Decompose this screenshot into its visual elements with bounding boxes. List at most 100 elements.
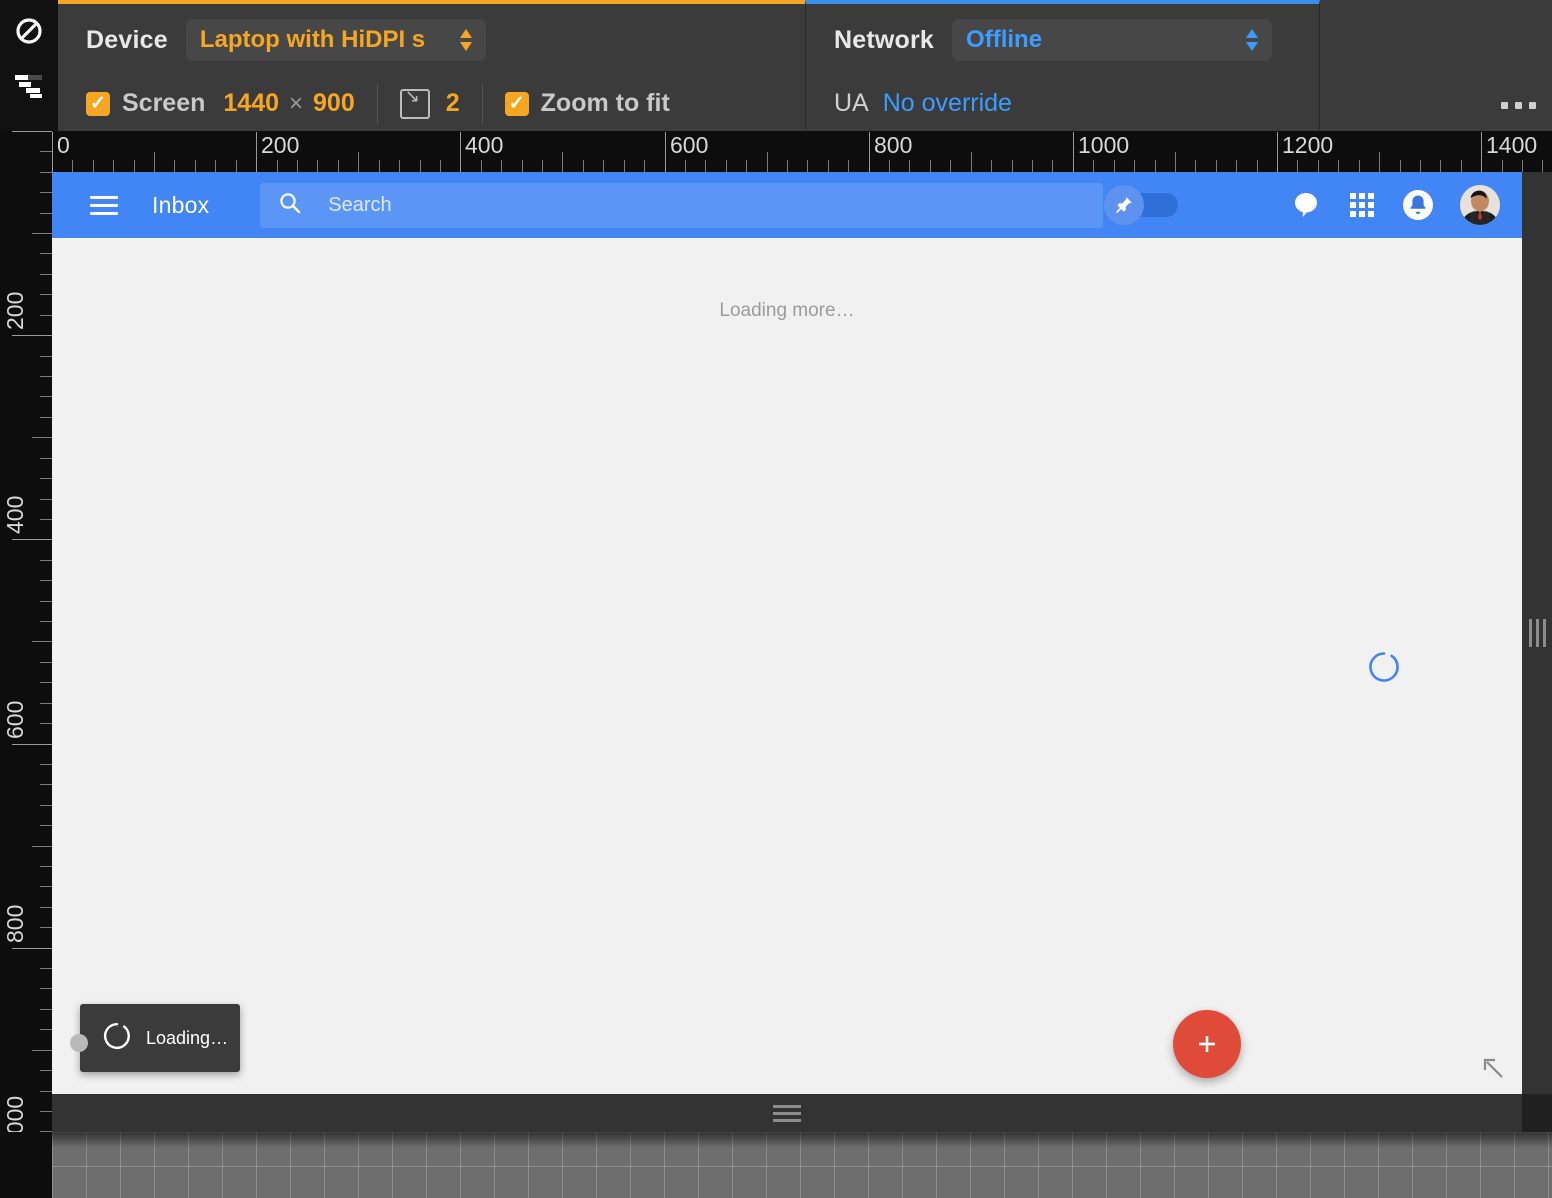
ruler-tick (256, 132, 257, 172)
ruler-tick (40, 519, 52, 520)
ruler-tick (501, 160, 502, 172)
ruler-tick (40, 213, 52, 214)
ruler-tick (40, 396, 52, 397)
hamburger-menu-icon[interactable] (90, 188, 124, 222)
ruler-tick (828, 160, 829, 172)
pin-icon (1116, 197, 1132, 213)
pin-toggle-knob (1104, 185, 1144, 225)
device-viewport: Inbox Search Loading more… Loading… (52, 172, 1522, 1094)
ruler-tick (1257, 160, 1258, 172)
devtools-toolbar: Device Laptop with HiDPI s ✓ Screen 1440… (0, 0, 1552, 131)
loading-snackbar: Loading… (70, 1004, 240, 1072)
device-select-value: Laptop with HiDPI s (199, 26, 426, 53)
ruler-tick (40, 805, 52, 806)
ruler-tick (32, 437, 52, 438)
toolbar-overflow-area (1320, 0, 1552, 131)
ruler-label: 200 (261, 132, 300, 158)
screen-checkbox[interactable]: ✓ (86, 91, 110, 116)
screen-width-input[interactable]: 1440 (223, 89, 279, 118)
chevron-updown-icon (458, 27, 474, 53)
ruler-tick (1134, 160, 1135, 172)
ruler-tick (420, 160, 421, 172)
ruler-tick (40, 356, 52, 357)
device-pixel-ratio-input[interactable]: 2 (446, 89, 460, 118)
network-settings-panel: Network Offline UA No override (805, 0, 1320, 131)
network-throttling-select[interactable]: Offline (952, 19, 1273, 61)
search-icon (278, 191, 302, 220)
ruler-label: 400 (465, 132, 504, 158)
notifications-icon[interactable] (1390, 177, 1446, 233)
ruler-tick (40, 662, 52, 663)
search-input[interactable]: Search (260, 182, 1104, 228)
ruler-tick (40, 417, 52, 418)
app-header-actions (1104, 172, 1500, 238)
drag-handle-horizontal-icon (773, 1104, 801, 1122)
ruler-tick (317, 160, 318, 172)
ruler-tick (869, 132, 870, 172)
compose-fab[interactable] (1173, 1010, 1241, 1078)
viewport-bottom-handle[interactable] (52, 1094, 1522, 1132)
devtools-device-mode: Device Laptop with HiDPI s ✓ Screen 1440… (0, 0, 1552, 1198)
ruler-tick (40, 1070, 52, 1071)
ruler-label: 400 (2, 495, 28, 534)
ruler-tick (1318, 160, 1319, 172)
hangouts-icon[interactable] (1278, 177, 1334, 233)
toolbar-divider-2 (481, 83, 483, 124)
ruler-tick (40, 294, 52, 295)
ruler-tick (542, 160, 543, 172)
ruler-tick (705, 160, 706, 172)
ruler-tick (889, 160, 890, 172)
ruler-tick (40, 682, 52, 683)
viewport-right-handle[interactable] (1522, 172, 1552, 1094)
ruler-tick (40, 315, 52, 316)
block-icon[interactable] (12, 14, 46, 48)
ruler-tick (12, 948, 52, 949)
ruler-tick (1297, 160, 1298, 172)
ruler-tick (40, 825, 52, 826)
ruler-tick (1012, 160, 1013, 172)
ruler-tick (603, 160, 604, 172)
ruler-tick (40, 927, 52, 928)
ruler-tick (1052, 160, 1053, 172)
ruler-tick (32, 641, 52, 642)
ruler-tick (787, 160, 788, 172)
screen-height-input[interactable]: 900 (313, 89, 355, 118)
ruler-tick (522, 160, 523, 172)
network-throttle-icon[interactable] (12, 70, 46, 104)
network-select-value: Offline (966, 26, 1043, 53)
resize-handle[interactable] (1480, 1055, 1506, 1086)
screen-label: Screen (122, 89, 206, 117)
more-options-icon[interactable] (1501, 102, 1536, 109)
ruler-tick (481, 160, 482, 172)
horizontal-ruler[interactable]: 0 200 400 600 800 1000 1200 1400 (52, 131, 1552, 172)
user-avatar[interactable] (1460, 185, 1500, 225)
zoom-to-fit-checkbox[interactable]: ✓ (504, 91, 529, 116)
user-agent-value[interactable]: No override (883, 89, 1012, 118)
ruler-tick (40, 1029, 52, 1030)
ruler-tick (644, 160, 645, 172)
pin-toggle[interactable] (1104, 185, 1178, 225)
ruler-tick (1522, 160, 1523, 172)
ruler-tick (460, 132, 461, 172)
ruler-tick (32, 1050, 52, 1051)
device-select[interactable]: Laptop with HiDPI s (185, 19, 486, 61)
ruler-tick (40, 1091, 52, 1092)
ruler-tick (1338, 160, 1339, 172)
ruler-tick (746, 160, 747, 172)
ruler-tick (583, 160, 584, 172)
ruler-tick (40, 968, 52, 969)
ruler-tick (1379, 152, 1380, 172)
network-label: Network (834, 25, 935, 54)
ruler-label: 0 (57, 132, 70, 158)
ruler-tick (1277, 132, 1278, 172)
ruler-label: 1200 (1282, 132, 1334, 158)
ruler-tick (848, 160, 849, 172)
ruler-tick (1195, 160, 1196, 172)
devtools-left-rail (0, 0, 58, 131)
ruler-tick (991, 160, 992, 172)
ruler-tick (12, 335, 52, 336)
apps-grid-icon[interactable] (1334, 177, 1390, 233)
ruler-tick (358, 152, 359, 172)
ruler-tick (40, 866, 52, 867)
vertical-ruler[interactable]: 02004006008001000 (0, 131, 52, 1198)
